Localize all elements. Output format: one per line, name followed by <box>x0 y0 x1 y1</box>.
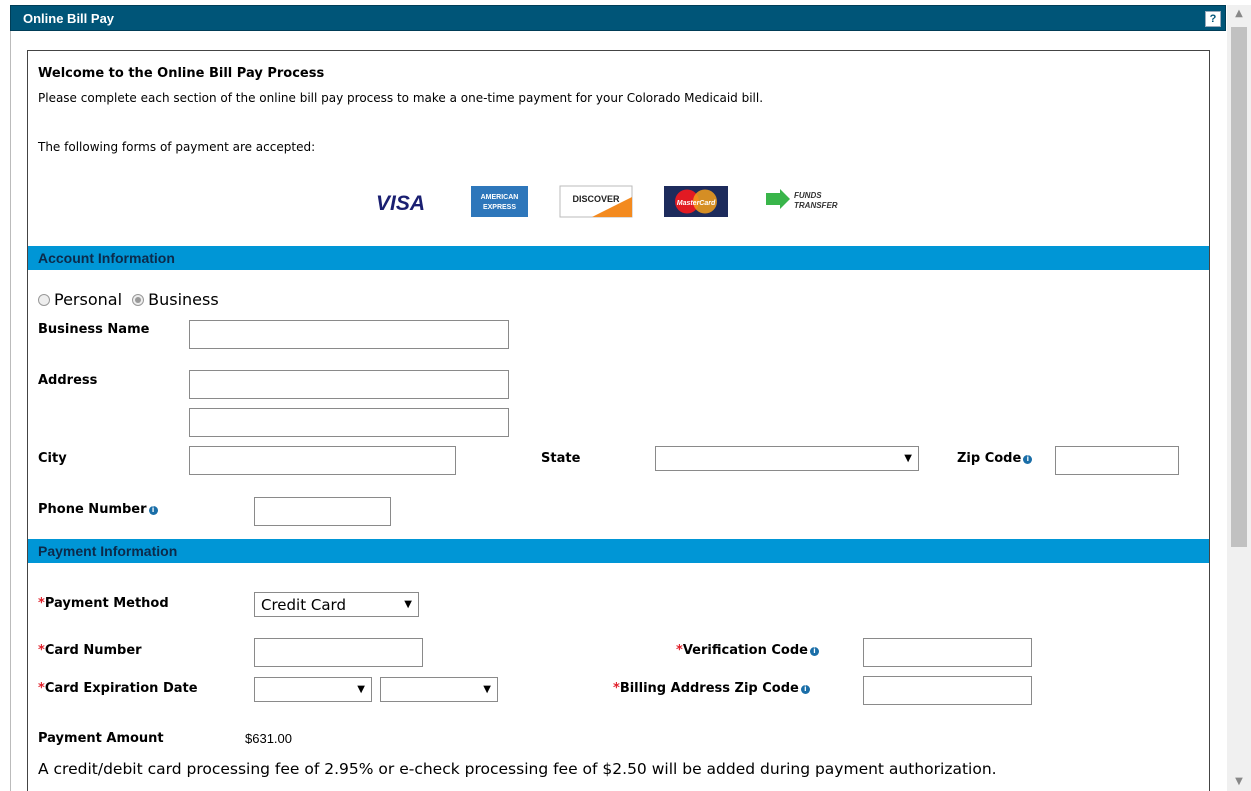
svg-text:DISCOVER: DISCOVER <box>572 194 620 204</box>
scroll-thumb[interactable] <box>1231 27 1247 547</box>
phone-number-input[interactable] <box>254 497 391 526</box>
help-icon[interactable]: ? <box>1205 11 1221 27</box>
card-number-label-text: Card Number <box>44 643 142 658</box>
zip-code-label: Zip Code i <box>957 451 1033 466</box>
payment-method-label: *Payment Method <box>38 596 169 611</box>
scrollbar[interactable]: ▲ ▼ <box>1227 5 1251 791</box>
address-line1-input[interactable] <box>189 370 509 399</box>
expiration-year-select[interactable]: ▼ <box>380 677 498 702</box>
payment-method-label-text: Payment Method <box>44 596 169 611</box>
city-label: City <box>38 451 67 466</box>
amex-logo: AMERICAN EXPRESS <box>471 186 528 217</box>
svg-text:MasterCard: MasterCard <box>677 200 716 207</box>
expiration-month-select[interactable]: ▼ <box>254 677 372 702</box>
billing-zip-input[interactable] <box>863 676 1032 705</box>
phone-number-label-text: Phone Number <box>38 502 147 517</box>
billing-zip-label: *Billing Address Zip Code i <box>613 681 810 696</box>
verification-code-label: *Verification Code i <box>676 643 819 658</box>
scroll-down-icon[interactable]: ▼ <box>1227 773 1251 791</box>
chevron-down-icon: ▼ <box>404 599 412 610</box>
info-icon[interactable]: i <box>148 506 158 515</box>
card-number-label: *Card Number <box>38 643 142 658</box>
info-icon[interactable]: i <box>800 685 810 694</box>
phone-number-label: Phone Number i <box>38 502 158 517</box>
payment-method-value: Credit Card <box>261 596 346 614</box>
verification-code-input[interactable] <box>863 638 1032 667</box>
state-label: State <box>541 451 581 466</box>
personal-radio[interactable] <box>38 294 50 306</box>
business-radio[interactable] <box>132 294 145 306</box>
city-input[interactable] <box>189 446 456 475</box>
payment-method-select[interactable]: Credit Card ▼ <box>254 592 419 617</box>
card-number-input[interactable] <box>254 638 423 667</box>
account-section-header: Account Information <box>28 246 1209 270</box>
payment-amount-label: Payment Amount <box>38 731 164 746</box>
business-radio-label[interactable]: Business <box>148 290 219 309</box>
billing-zip-label-text: Billing Address Zip Code <box>619 681 799 696</box>
payment-forms-text: The following forms of payment are accep… <box>38 140 316 154</box>
window-title: Online Bill Pay <box>23 11 115 26</box>
zip-code-label-text: Zip Code <box>957 451 1022 466</box>
payment-logos: VISA AMERICAN EXPRESS DISCOVER MasterCar… <box>376 185 838 218</box>
svg-text:FUNDS: FUNDS <box>794 191 822 200</box>
info-icon[interactable]: i <box>809 647 819 656</box>
payment-section-header: Payment Information <box>28 539 1209 563</box>
intro-description: Please complete each section of the onli… <box>38 91 764 105</box>
welcome-heading: Welcome to the Online Bill Pay Process <box>38 66 325 81</box>
personal-radio-label[interactable]: Personal <box>54 290 122 309</box>
required-mark: * <box>613 681 620 696</box>
card-expiration-label: *Card Expiration Date <box>38 681 198 696</box>
info-icon[interactable]: i <box>1023 455 1033 464</box>
scroll-up-icon[interactable]: ▲ <box>1227 5 1251 23</box>
account-type-radios: Personal Business <box>38 290 219 309</box>
zip-code-input[interactable] <box>1055 446 1179 475</box>
address-label: Address <box>38 373 98 388</box>
verification-code-label-text: Verification Code <box>682 643 808 658</box>
svg-text:TRANSFER: TRANSFER <box>794 201 838 210</box>
svg-text:AMERICAN: AMERICAN <box>481 194 519 201</box>
svg-text:EXPRESS: EXPRESS <box>483 204 516 211</box>
funds-transfer-logo: FUNDS TRANSFER <box>766 189 838 210</box>
discover-logo: DISCOVER <box>559 185 633 218</box>
state-select[interactable]: ▼ <box>655 446 919 471</box>
address-line2-input[interactable] <box>189 408 509 437</box>
chevron-down-icon: ▼ <box>483 684 491 695</box>
processing-fee-note: A credit/debit card processing fee of 2.… <box>38 760 997 778</box>
chevron-down-icon: ▼ <box>904 453 912 464</box>
mastercard-logo: MasterCard <box>664 186 728 217</box>
chevron-down-icon: ▼ <box>357 684 365 695</box>
window-titlebar: Online Bill Pay ? <box>10 5 1226 31</box>
visa-logo: VISA <box>376 192 425 215</box>
required-mark: * <box>38 643 45 658</box>
business-name-input[interactable] <box>189 320 509 349</box>
card-expiration-label-text: Card Expiration Date <box>44 681 198 696</box>
payment-amount-value: $631.00 <box>245 731 292 746</box>
required-mark: * <box>38 596 45 611</box>
required-mark: * <box>38 681 45 696</box>
required-mark: * <box>676 643 683 658</box>
business-name-label: Business Name <box>38 322 150 337</box>
